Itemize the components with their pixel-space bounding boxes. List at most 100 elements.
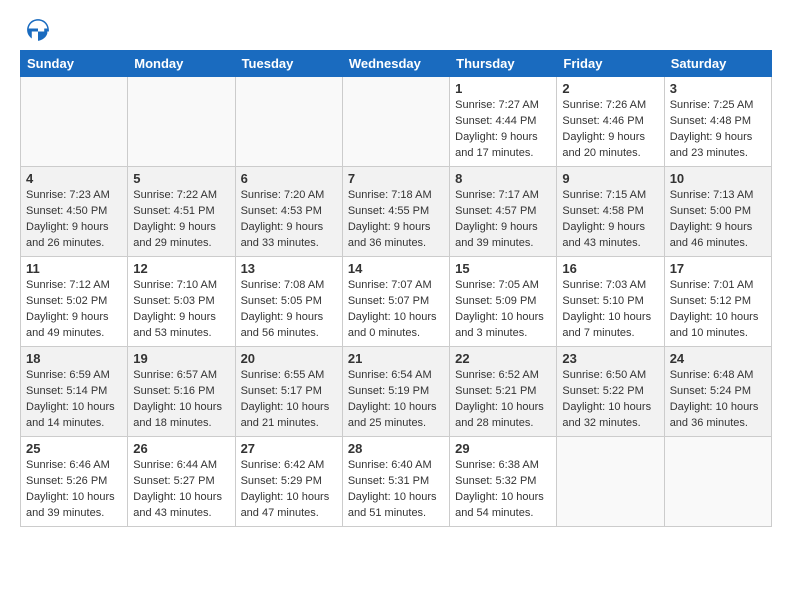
day-number: 20 xyxy=(241,351,337,366)
day-number: 23 xyxy=(562,351,658,366)
logo-icon xyxy=(24,16,52,44)
calendar-cell: 12 Sunrise: 7:10 AM Sunset: 5:03 PM Dayli… xyxy=(128,257,235,347)
day-info: Sunrise: 6:59 AM Sunset: 5:14 PM Dayligh… xyxy=(26,368,122,432)
day-number: 16 xyxy=(562,261,658,276)
calendar-week-1: 1 Sunrise: 7:27 AM Sunset: 4:44 PM Daylig… xyxy=(21,77,772,167)
day-number: 2 xyxy=(562,81,658,96)
day-info: Sunrise: 6:50 AM Sunset: 5:22 PM Dayligh… xyxy=(562,368,658,432)
day-info: Sunrise: 7:17 AM Sunset: 4:57 PM Dayligh… xyxy=(455,188,551,252)
header xyxy=(20,16,772,44)
day-number: 6 xyxy=(241,171,337,186)
calendar-cell: 18 Sunrise: 6:59 AM Sunset: 5:14 PM Dayli… xyxy=(21,347,128,437)
calendar-cell: 7Sunrise: 7:18 AM Sunset: 4:55 PM Daylig… xyxy=(342,167,449,257)
day-number: 13 xyxy=(241,261,337,276)
calendar-cell: 11Sunrise: 7:12 AM Sunset: 5:02 PM Dayli… xyxy=(21,257,128,347)
calendar-cell: 13 Sunrise: 7:08 AM Sunset: 5:05 PM Dayli… xyxy=(235,257,342,347)
day-info: Sunrise: 7:12 AM Sunset: 5:02 PM Dayligh… xyxy=(26,278,122,342)
calendar-week-3: 11Sunrise: 7:12 AM Sunset: 5:02 PM Dayli… xyxy=(21,257,772,347)
day-number: 15 xyxy=(455,261,551,276)
day-info: Sunrise: 6:57 AM Sunset: 5:16 PM Dayligh… xyxy=(133,368,229,432)
calendar-cell: 9 Sunrise: 7:15 AM Sunset: 4:58 PM Daylig… xyxy=(557,167,664,257)
calendar-header-tuesday: Tuesday xyxy=(235,51,342,77)
day-number: 27 xyxy=(241,441,337,456)
calendar-cell xyxy=(21,77,128,167)
calendar: SundayMondayTuesdayWednesdayThursdayFrid… xyxy=(20,50,772,527)
day-info: Sunrise: 7:20 AM Sunset: 4:53 PM Dayligh… xyxy=(241,188,337,252)
day-number: 8 xyxy=(455,171,551,186)
day-number: 12 xyxy=(133,261,229,276)
day-info: Sunrise: 7:26 AM Sunset: 4:46 PM Dayligh… xyxy=(562,98,658,162)
calendar-header-sunday: Sunday xyxy=(21,51,128,77)
calendar-cell xyxy=(128,77,235,167)
page: SundayMondayTuesdayWednesdayThursdayFrid… xyxy=(0,0,792,543)
calendar-week-4: 18 Sunrise: 6:59 AM Sunset: 5:14 PM Dayli… xyxy=(21,347,772,437)
day-info: Sunrise: 6:55 AM Sunset: 5:17 PM Dayligh… xyxy=(241,368,337,432)
calendar-week-2: 4 Sunrise: 7:23 AM Sunset: 4:50 PM Daylig… xyxy=(21,167,772,257)
day-number: 26 xyxy=(133,441,229,456)
calendar-cell: 27 Sunrise: 6:42 AM Sunset: 5:29 PM Dayli… xyxy=(235,437,342,527)
day-number: 17 xyxy=(670,261,766,276)
calendar-cell: 28 Sunrise: 6:40 AM Sunset: 5:31 PM Dayli… xyxy=(342,437,449,527)
day-number: 28 xyxy=(348,441,444,456)
calendar-cell xyxy=(235,77,342,167)
day-number: 29 xyxy=(455,441,551,456)
calendar-cell xyxy=(342,77,449,167)
calendar-cell: 23 Sunrise: 6:50 AM Sunset: 5:22 PM Dayli… xyxy=(557,347,664,437)
calendar-header-friday: Friday xyxy=(557,51,664,77)
calendar-header-monday: Monday xyxy=(128,51,235,77)
calendar-cell: 2 Sunrise: 7:26 AM Sunset: 4:46 PM Daylig… xyxy=(557,77,664,167)
day-number: 9 xyxy=(562,171,658,186)
calendar-cell: 16 Sunrise: 7:03 AM Sunset: 5:10 PM Dayli… xyxy=(557,257,664,347)
day-info: Sunrise: 6:52 AM Sunset: 5:21 PM Dayligh… xyxy=(455,368,551,432)
day-info: Sunrise: 7:05 AM Sunset: 5:09 PM Dayligh… xyxy=(455,278,551,342)
day-info: Sunrise: 7:13 AM Sunset: 5:00 PM Dayligh… xyxy=(670,188,766,252)
day-info: Sunrise: 6:54 AM Sunset: 5:19 PM Dayligh… xyxy=(348,368,444,432)
day-info: Sunrise: 6:48 AM Sunset: 5:24 PM Dayligh… xyxy=(670,368,766,432)
day-number: 3 xyxy=(670,81,766,96)
day-info: Sunrise: 7:08 AM Sunset: 5:05 PM Dayligh… xyxy=(241,278,337,342)
day-number: 21 xyxy=(348,351,444,366)
calendar-cell: 25 Sunrise: 6:46 AM Sunset: 5:26 PM Dayli… xyxy=(21,437,128,527)
day-info: Sunrise: 7:23 AM Sunset: 4:50 PM Dayligh… xyxy=(26,188,122,252)
day-number: 18 xyxy=(26,351,122,366)
day-info: Sunrise: 7:25 AM Sunset: 4:48 PM Dayligh… xyxy=(670,98,766,162)
calendar-cell xyxy=(557,437,664,527)
day-number: 10 xyxy=(670,171,766,186)
day-info: Sunrise: 6:42 AM Sunset: 5:29 PM Dayligh… xyxy=(241,458,337,522)
day-info: Sunrise: 7:10 AM Sunset: 5:03 PM Dayligh… xyxy=(133,278,229,342)
calendar-cell: 4 Sunrise: 7:23 AM Sunset: 4:50 PM Daylig… xyxy=(21,167,128,257)
calendar-header-thursday: Thursday xyxy=(450,51,557,77)
calendar-header-wednesday: Wednesday xyxy=(342,51,449,77)
calendar-cell: 5 Sunrise: 7:22 AM Sunset: 4:51 PM Daylig… xyxy=(128,167,235,257)
calendar-cell: 20 Sunrise: 6:55 AM Sunset: 5:17 PM Dayli… xyxy=(235,347,342,437)
calendar-cell: 24 Sunrise: 6:48 AM Sunset: 5:24 PM Dayli… xyxy=(664,347,771,437)
day-number: 25 xyxy=(26,441,122,456)
calendar-cell: 15 Sunrise: 7:05 AM Sunset: 5:09 PM Dayli… xyxy=(450,257,557,347)
day-info: Sunrise: 6:40 AM Sunset: 5:31 PM Dayligh… xyxy=(348,458,444,522)
day-info: Sunrise: 6:44 AM Sunset: 5:27 PM Dayligh… xyxy=(133,458,229,522)
day-info: Sunrise: 6:46 AM Sunset: 5:26 PM Dayligh… xyxy=(26,458,122,522)
day-number: 19 xyxy=(133,351,229,366)
day-number: 24 xyxy=(670,351,766,366)
day-info: Sunrise: 7:07 AM Sunset: 5:07 PM Dayligh… xyxy=(348,278,444,342)
day-info: Sunrise: 7:03 AM Sunset: 5:10 PM Dayligh… xyxy=(562,278,658,342)
day-number: 1 xyxy=(455,81,551,96)
day-info: Sunrise: 7:15 AM Sunset: 4:58 PM Dayligh… xyxy=(562,188,658,252)
calendar-cell: 3 Sunrise: 7:25 AM Sunset: 4:48 PM Daylig… xyxy=(664,77,771,167)
calendar-cell: 19 Sunrise: 6:57 AM Sunset: 5:16 PM Dayli… xyxy=(128,347,235,437)
calendar-cell: 17Sunrise: 7:01 AM Sunset: 5:12 PM Dayli… xyxy=(664,257,771,347)
day-number: 22 xyxy=(455,351,551,366)
calendar-cell: 6 Sunrise: 7:20 AM Sunset: 4:53 PM Daylig… xyxy=(235,167,342,257)
calendar-cell xyxy=(664,437,771,527)
day-info: Sunrise: 7:27 AM Sunset: 4:44 PM Dayligh… xyxy=(455,98,551,162)
day-info: Sunrise: 6:38 AM Sunset: 5:32 PM Dayligh… xyxy=(455,458,551,522)
day-number: 4 xyxy=(26,171,122,186)
day-number: 14 xyxy=(348,261,444,276)
calendar-cell: 8 Sunrise: 7:17 AM Sunset: 4:57 PM Daylig… xyxy=(450,167,557,257)
day-number: 5 xyxy=(133,171,229,186)
calendar-cell: 29 Sunrise: 6:38 AM Sunset: 5:32 PM Dayli… xyxy=(450,437,557,527)
calendar-cell: 26 Sunrise: 6:44 AM Sunset: 5:27 PM Dayli… xyxy=(128,437,235,527)
day-info: Sunrise: 7:22 AM Sunset: 4:51 PM Dayligh… xyxy=(133,188,229,252)
calendar-cell: 14 Sunrise: 7:07 AM Sunset: 5:07 PM Dayli… xyxy=(342,257,449,347)
day-info: Sunrise: 7:18 AM Sunset: 4:55 PM Dayligh… xyxy=(348,188,444,252)
